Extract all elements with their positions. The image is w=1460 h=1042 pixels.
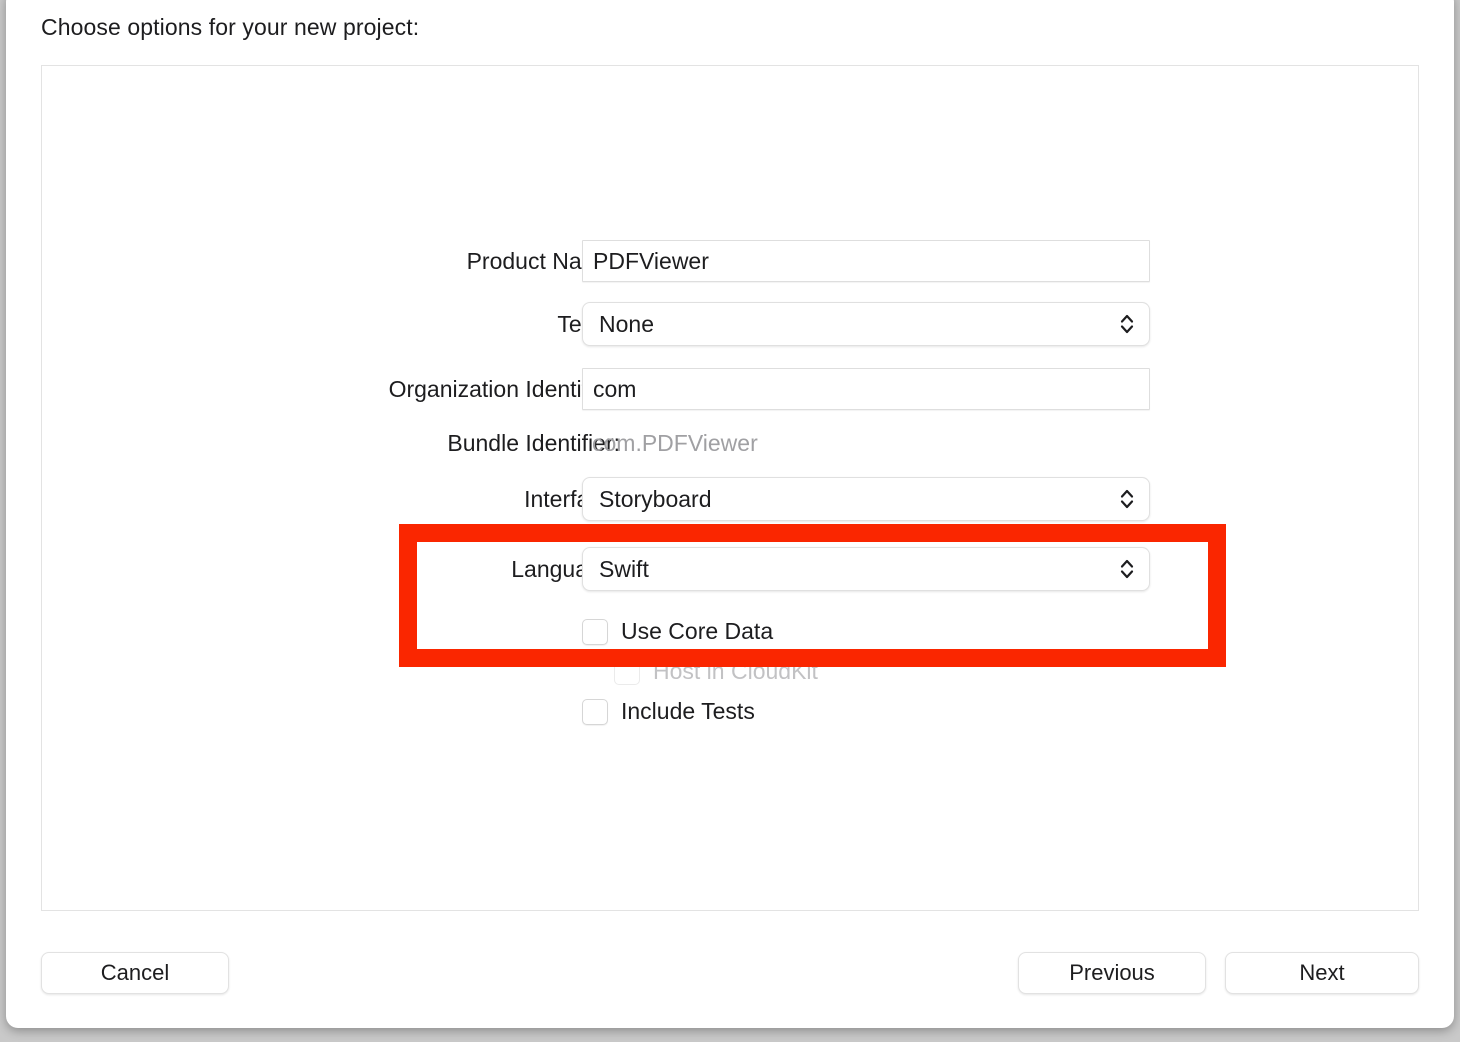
chevron-up-down-icon [1119,557,1135,581]
form-row-organization-identifier: Organization Identifier: [42,366,1418,412]
include-tests-checkbox[interactable] [582,698,608,725]
checkbox-row-include-tests[interactable]: Include Tests [582,698,755,725]
options-content-panel: Product Name: Team: None [41,65,1419,911]
previous-button[interactable]: Previous [1018,952,1206,994]
language-select[interactable]: Swift [582,547,1150,591]
checkbox-row-host-in-cloudkit: Host in CloudKit [614,658,818,685]
host-in-cloudkit-label: Host in CloudKit [653,658,818,684]
control-bundle-identifier: com.PDFViewer [582,422,1150,464]
chevron-up-down-icon [1119,312,1135,336]
control-organization-identifier [582,368,1150,410]
organization-identifier-input[interactable] [582,368,1150,410]
form-row-bundle-identifier: Bundle Identifier: com.PDFViewer [42,420,1418,466]
page-title: Choose options for your new project: [41,14,420,40]
team-select-value: None [599,310,654,337]
bundle-identifier-value: com.PDFViewer [592,430,758,456]
use-core-data-label: Use Core Data [621,618,774,644]
interface-select[interactable]: Storyboard [582,477,1150,521]
control-team: None [582,302,1150,346]
use-core-data-checkbox[interactable] [582,618,608,645]
next-button[interactable]: Next [1225,952,1419,994]
team-select[interactable]: None [582,302,1150,346]
product-name-input[interactable] [582,240,1150,282]
host-in-cloudkit-checkbox [614,658,640,685]
new-project-options-sheet: Choose options for your new project: Pro… [6,0,1454,1028]
form-row-product-name: Product Name: [42,238,1418,284]
form-row-interface: Interface: Storyboard [42,476,1418,522]
cancel-button[interactable]: Cancel [41,952,229,994]
interface-select-value: Storyboard [599,485,712,512]
form-row-language: Language: Swift [42,546,1418,592]
chevron-up-down-icon [1119,487,1135,511]
control-language: Swift [582,547,1150,591]
control-interface: Storyboard [582,477,1150,521]
checkbox-row-use-core-data[interactable]: Use Core Data [582,618,773,645]
include-tests-label: Include Tests [621,698,755,724]
control-product-name [582,240,1150,282]
form-row-team: Team: None [42,301,1418,347]
language-select-value: Swift [599,555,649,582]
